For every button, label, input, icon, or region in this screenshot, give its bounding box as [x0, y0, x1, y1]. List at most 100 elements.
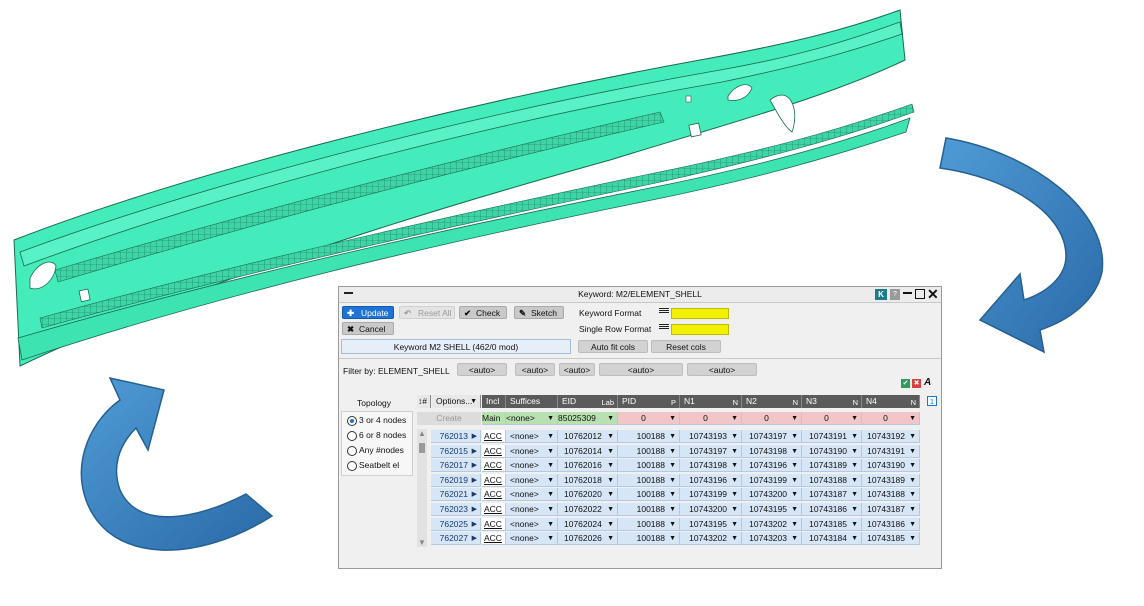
create-n3[interactable]: 0 ▼ [802, 412, 862, 425]
row-id[interactable]: 762017 ▶ [431, 459, 481, 473]
column-header-n4[interactable]: N4 N [862, 395, 920, 408]
dropdown-arrow-icon[interactable]: ▼ [909, 445, 916, 457]
scroll-up-icon[interactable]: ▲ [418, 429, 426, 438]
topology-option-1[interactable]: 6 or 8 nodes [359, 430, 406, 440]
topology-radio-1[interactable] [347, 431, 357, 441]
dropdown-arrow-icon[interactable]: ▼ [731, 430, 738, 442]
topology-radio-0[interactable] [347, 416, 357, 426]
cell-eid[interactable]: 10762018 ▼ [558, 473, 618, 487]
cell-eid[interactable]: 10762020 ▼ [558, 488, 618, 502]
cell-n4[interactable]: 10743188 ▼ [862, 488, 920, 502]
cell-incl[interactable]: ACC [482, 488, 506, 502]
topology-option-0[interactable]: 3 or 4 nodes [359, 415, 406, 425]
cell-n2[interactable]: 10743203 ▼ [742, 532, 802, 546]
reset-cols-button[interactable]: Reset cols [651, 340, 721, 353]
row-expand-icon[interactable]: ▶ [472, 518, 477, 530]
cell-pid[interactable]: 100188 ▼ [618, 503, 680, 516]
cell-n1[interactable]: 10743199 ▼ [680, 488, 742, 502]
dropdown-arrow-icon[interactable]: ▼ [547, 474, 554, 486]
cell-incl[interactable]: ACC [482, 430, 506, 443]
maximize-icon[interactable] [915, 289, 925, 299]
dropdown-arrow-icon[interactable]: ▼ [607, 430, 614, 442]
column-header-eid[interactable]: EID Lab [558, 395, 618, 408]
cell-pid[interactable]: 100188 ▼ [618, 532, 680, 546]
cell-eid[interactable]: 10762012 ▼ [558, 430, 618, 443]
cell-n3[interactable]: 10743185 ▼ [802, 517, 862, 531]
row-id[interactable]: 762023 ▶ [431, 503, 481, 516]
row-id[interactable]: 762027 ▶ [431, 532, 481, 546]
create-incl[interactable]: Main [482, 412, 506, 425]
create-pid[interactable]: 0 ▼ [618, 412, 680, 425]
cell-n4[interactable]: 10743189 ▼ [862, 473, 920, 487]
cell-n4[interactable]: 10743187 ▼ [862, 503, 920, 516]
cell-n4[interactable]: 10743186 ▼ [862, 517, 920, 531]
row-id[interactable]: 762019 ▶ [431, 473, 481, 487]
reject-x-icon[interactable]: ✖ [912, 379, 921, 388]
column-header-n1[interactable]: N1 N [680, 395, 742, 408]
dropdown-arrow-icon[interactable]: ▼ [791, 459, 798, 471]
filter-suffices[interactable]: <auto> [515, 363, 555, 376]
dropdown-arrow-icon[interactable]: ▼ [669, 488, 676, 500]
cell-n2[interactable]: 10743202 ▼ [742, 517, 802, 531]
cell-n2[interactable]: 10743195 ▼ [742, 503, 802, 516]
dropdown-arrow-icon[interactable]: ▼ [851, 430, 858, 442]
cell-incl[interactable]: ACC [482, 517, 506, 531]
dropdown-arrow-icon[interactable]: ▼ [791, 445, 798, 457]
cell-n1[interactable]: 10743200 ▼ [680, 503, 742, 516]
row-id[interactable]: 762025 ▶ [431, 517, 481, 531]
dropdown-arrow-icon[interactable]: ▼ [547, 488, 554, 500]
keyword-k-icon[interactable]: K [875, 289, 887, 300]
dropdown-arrow-icon[interactable]: ▼ [909, 474, 916, 486]
dropdown-arrow-icon[interactable]: ▼ [851, 412, 858, 424]
text-style-icon[interactable]: A [924, 377, 931, 388]
row-id[interactable]: 762015 ▶ [431, 444, 481, 458]
cell-eid[interactable]: 10762024 ▼ [558, 517, 618, 531]
cell-n2[interactable]: 10743196 ▼ [742, 459, 802, 473]
filter-nodes[interactable]: <auto> [687, 363, 757, 376]
cell-suffix[interactable]: <none> ▼ [506, 444, 558, 458]
close-icon[interactable]: ✕ [927, 287, 939, 301]
cell-n2[interactable]: 10743200 ▼ [742, 488, 802, 502]
row-expand-icon[interactable]: ▶ [472, 474, 477, 486]
dropdown-arrow-icon[interactable]: ▼ [547, 430, 554, 442]
dropdown-arrow-icon[interactable]: ▼ [731, 412, 738, 424]
topology-option-2[interactable]: Any #nodes [359, 445, 404, 455]
row-id[interactable]: 762013 ▶ [431, 430, 481, 443]
cell-pid[interactable]: 100188 ▼ [618, 444, 680, 458]
create-suffix[interactable]: <none> ▼ [506, 412, 558, 425]
dropdown-arrow-icon[interactable]: ▼ [791, 412, 798, 424]
dropdown-arrow-icon[interactable]: ▼ [547, 412, 554, 424]
dropdown-arrow-icon[interactable]: ▼ [851, 445, 858, 457]
dropdown-arrow-icon[interactable]: ▼ [851, 459, 858, 471]
cell-n1[interactable]: 10743193 ▼ [680, 430, 742, 443]
dropdown-arrow-icon[interactable]: ▼ [669, 503, 676, 515]
cell-n3[interactable]: 10743187 ▼ [802, 488, 862, 502]
cell-n2[interactable]: 10743199 ▼ [742, 473, 802, 487]
cell-suffix[interactable]: <none> ▼ [506, 532, 558, 546]
dropdown-arrow-icon[interactable]: ▼ [731, 474, 738, 486]
column-header-n2[interactable]: N2 N [742, 395, 802, 408]
dropdown-arrow-icon[interactable]: ▼ [851, 518, 858, 530]
dropdown-arrow-icon[interactable]: ▼ [547, 532, 554, 544]
cell-n1[interactable]: 10743197 ▼ [680, 444, 742, 458]
column-header-pid[interactable]: PID P [618, 395, 680, 408]
dropdown-arrow-icon[interactable]: ▼ [791, 518, 798, 530]
dropdown-arrow-icon[interactable]: ▼ [669, 474, 676, 486]
create-n4[interactable]: 0 ▼ [862, 412, 920, 425]
cell-eid[interactable]: 10762022 ▼ [558, 503, 618, 516]
dropdown-arrow-icon[interactable]: ▼ [547, 445, 554, 457]
dropdown-arrow-icon[interactable]: ▼ [909, 503, 916, 515]
dropdown-arrow-icon[interactable]: ▼ [607, 503, 614, 515]
cell-suffix[interactable]: <none> ▼ [506, 503, 558, 516]
cell-suffix[interactable]: <none> ▼ [506, 430, 558, 443]
cell-pid[interactable]: 100188 ▼ [618, 473, 680, 487]
cell-incl[interactable]: ACC [482, 444, 506, 458]
create-button[interactable]: Create [417, 412, 481, 425]
cell-incl[interactable]: ACC [482, 473, 506, 487]
reset-all-button[interactable]: ↶ Reset All [399, 306, 455, 319]
dropdown-arrow-icon[interactable]: ▼ [731, 518, 738, 530]
page-indicator[interactable]: 1 [927, 396, 937, 406]
dropdown-arrow-icon[interactable]: ▼ [909, 412, 916, 424]
dropdown-arrow-icon[interactable]: ▼ [607, 412, 614, 424]
dropdown-arrow-icon[interactable]: ▼ [791, 503, 798, 515]
